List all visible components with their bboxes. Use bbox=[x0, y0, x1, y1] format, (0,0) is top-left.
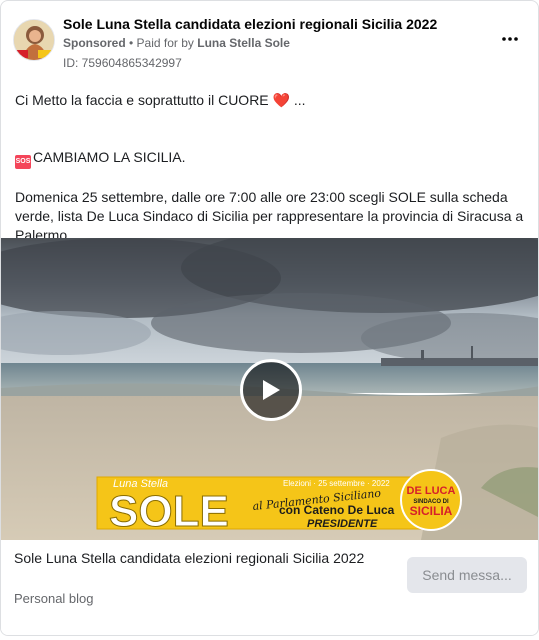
heart-emoji-icon: ❤️ bbox=[272, 92, 290, 108]
post-line-2: SOS CAMBIAMO LA SICILIA. bbox=[15, 148, 525, 169]
sponsored-label: Sponsored bbox=[63, 36, 126, 50]
post-line-3: Domenica 25 settembre, dalle ore 7:00 al… bbox=[15, 189, 524, 243]
ad-card: Sole Luna Stella candidata elezioni regi… bbox=[0, 0, 539, 636]
post-line-1: Ci Metto la faccia e soprattutto il CUOR… bbox=[15, 91, 525, 110]
post-line-1-suffix: ... bbox=[289, 92, 306, 108]
more-horizontal-icon bbox=[502, 37, 518, 41]
play-icon bbox=[263, 380, 280, 400]
post-text: Ci Metto la faccia e soprattutto il CUOR… bbox=[15, 91, 525, 245]
post-line-1-text: Ci Metto la faccia e soprattutto il CUOR… bbox=[15, 92, 273, 108]
more-options-button[interactable] bbox=[498, 27, 522, 51]
footer-category: Personal blog bbox=[14, 591, 94, 606]
page-avatar[interactable] bbox=[13, 19, 55, 61]
paid-for-prefix: Paid for by bbox=[136, 36, 198, 50]
logo-bottom-text: SICILIA bbox=[410, 504, 453, 518]
post-line-2-text: CAMBIAMO LA SICILIA. bbox=[33, 149, 186, 165]
logo-top-text: DE LUCA bbox=[407, 485, 456, 497]
ad-id: ID: 759604865342997 bbox=[63, 56, 182, 70]
sos-emoji-icon: SOS bbox=[15, 155, 31, 169]
play-button[interactable] bbox=[240, 359, 302, 421]
footer-page-title[interactable]: Sole Luna Stella candidata elezioni regi… bbox=[14, 549, 394, 568]
paid-for-name[interactable]: Luna Stella Sole bbox=[197, 36, 290, 50]
banner-main-name: SOLE bbox=[109, 487, 229, 536]
sponsorship-line: Sponsored • Paid for by Luna Stella Sole bbox=[63, 36, 290, 50]
banner-role: PRESIDENTE bbox=[307, 518, 378, 530]
banner-with: con Cateno De Luca bbox=[279, 503, 395, 517]
page-name[interactable]: Sole Luna Stella candidata elezioni regi… bbox=[63, 16, 437, 32]
ad-header: Sole Luna Stella candidata elezioni regi… bbox=[1, 1, 538, 81]
avatar-image bbox=[14, 20, 54, 60]
send-message-button[interactable]: Send messa... bbox=[407, 557, 527, 593]
meta-separator: • bbox=[125, 36, 137, 50]
ad-footer: Sole Luna Stella candidata elezioni regi… bbox=[1, 540, 538, 635]
